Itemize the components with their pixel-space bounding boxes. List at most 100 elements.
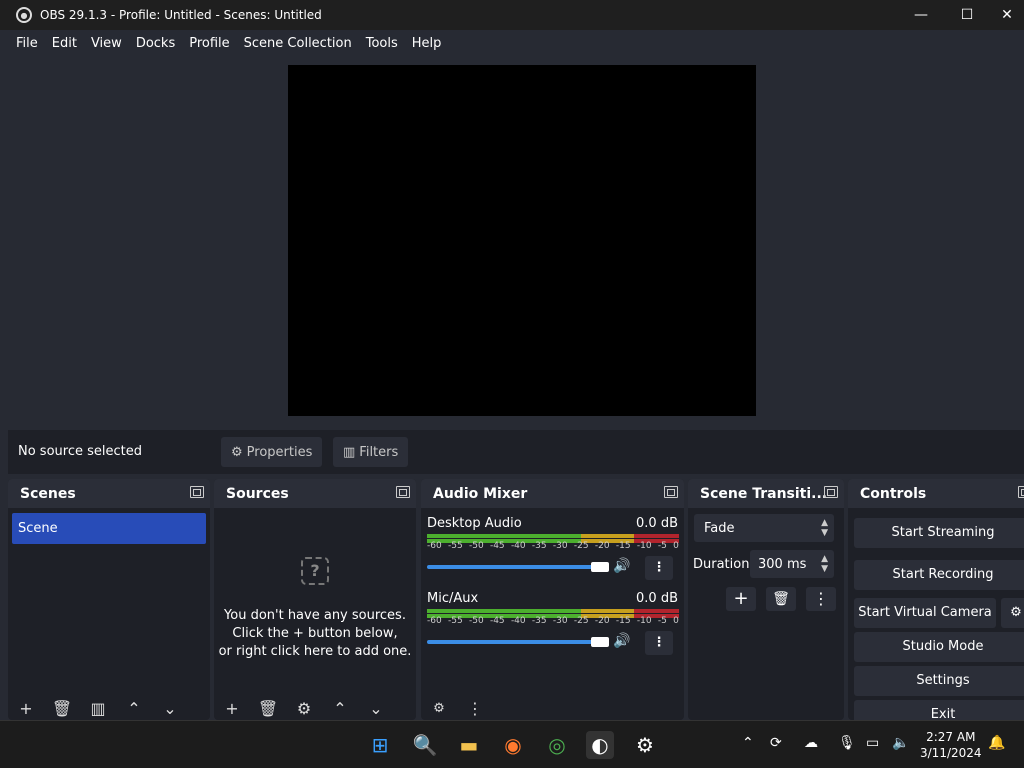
scale-tick: -60: [427, 541, 442, 551]
scale-tick: -5: [657, 616, 667, 626]
move-down-button[interactable]: ⌄: [152, 698, 188, 720]
close-button[interactable]: ✕: [990, 0, 1024, 30]
minimize-button[interactable]: —: [898, 0, 944, 30]
chrome-icon[interactable]: ◎: [543, 731, 571, 759]
audio-menu-button[interactable]: ⋮: [457, 698, 493, 720]
menu-edit[interactable]: Edit: [45, 36, 84, 51]
exit-button[interactable]: Exit: [854, 700, 1024, 720]
network-icon[interactable]: ▭: [866, 735, 879, 751]
meter-scale: -60 -55 -50 -45 -40 -35 -30 -25 -20 -15 -10 -5 0: [427, 541, 679, 551]
transitions-header: Scene Transiti...: [688, 479, 844, 508]
speaker-icon[interactable]: 🔊: [613, 558, 630, 574]
start-recording-button[interactable]: Start Recording: [854, 560, 1024, 590]
chevron-up-icon[interactable]: ⌃: [742, 735, 754, 751]
windows-start-icon[interactable]: ⊞: [366, 731, 394, 759]
channel-menu-button[interactable]: ⋮: [645, 631, 673, 655]
move-up-button[interactable]: ⌃: [116, 698, 152, 720]
taskbar: ⊞ 🔍 ▬ ◉ ◎ ◐ ⚙ ⌃ ⟳ ☁ 🎙 ▭ 🔈 2:27 AM 3/11/2…: [0, 720, 1024, 768]
add-transition-button[interactable]: +: [726, 587, 756, 611]
updown-icon: ▲ ▼: [821, 518, 828, 538]
sources-footer: + 🗑 ⚙ ⌃ ⌄: [214, 698, 416, 720]
channel-menu-button[interactable]: ⋮: [645, 556, 673, 580]
filters-button[interactable]: ▥ Filters: [333, 437, 409, 467]
preview-canvas[interactable]: [288, 65, 756, 416]
menu-scene-collection[interactable]: Scene Collection: [237, 36, 359, 51]
sync-icon[interactable]: ⟳: [770, 735, 782, 751]
volume-slider-handle[interactable]: [591, 562, 609, 572]
search-icon[interactable]: 🔍: [411, 731, 439, 759]
firefox-icon[interactable]: ◉: [499, 731, 527, 759]
notification-bell-icon[interactable]: 🔔: [988, 735, 1005, 751]
transition-menu-button[interactable]: ⋮: [806, 587, 836, 611]
maximize-button[interactable]: ☐: [944, 0, 990, 30]
advanced-audio-button[interactable]: ⚙: [421, 698, 457, 720]
speaker-icon[interactable]: 🔊: [613, 633, 630, 649]
settings-app-icon[interactable]: ⚙: [631, 731, 659, 759]
scale-tick: -45: [489, 541, 505, 551]
undock-icon[interactable]: [1018, 486, 1024, 498]
properties-label: Properties: [246, 444, 313, 460]
move-down-button[interactable]: ⌄: [358, 698, 394, 720]
scale-tick: -20: [594, 541, 610, 551]
duration-spinbox[interactable]: 300 ms ▲ ▼: [750, 550, 834, 578]
sources-empty-message[interactable]: ? You don't have any sources. Click the …: [214, 557, 416, 661]
obs-taskbar-icon[interactable]: ◐: [586, 731, 614, 759]
undock-icon[interactable]: [396, 486, 410, 498]
scale-tick: -5: [657, 541, 667, 551]
undock-icon[interactable]: [824, 486, 838, 498]
source-properties-button[interactable]: ⚙: [286, 698, 322, 720]
add-source-button[interactable]: +: [214, 698, 250, 720]
menu-profile[interactable]: Profile: [182, 36, 236, 51]
controls-header: Controls: [848, 479, 1024, 508]
scale-tick: -35: [531, 616, 547, 626]
obs-window: ● OBS 29.1.3 - Profile: Untitled - Scene…: [0, 0, 1024, 720]
undock-icon[interactable]: [664, 486, 678, 498]
file-explorer-icon[interactable]: ▬: [455, 731, 483, 759]
remove-transition-button[interactable]: 🗑: [766, 587, 796, 611]
updown-icon[interactable]: ▲ ▼: [821, 554, 828, 574]
menu-tools[interactable]: Tools: [359, 36, 405, 51]
scale-tick: -15: [615, 616, 631, 626]
start-virtual-camera-button[interactable]: Start Virtual Camera: [854, 598, 996, 628]
undock-icon[interactable]: [190, 486, 204, 498]
scale-tick: -40: [510, 616, 526, 626]
menu-file[interactable]: File: [9, 36, 45, 51]
add-scene-button[interactable]: +: [8, 698, 44, 720]
scene-filters-button[interactable]: ▥: [80, 698, 116, 720]
microphone-icon[interactable]: 🎙: [838, 735, 856, 751]
empty-line-3: or right click here to add one.: [218, 644, 412, 659]
menu-docks[interactable]: Docks: [129, 36, 182, 51]
virtual-camera-settings-button[interactable]: ⚙: [1001, 598, 1024, 628]
clock[interactable]: 2:27 AM 3/11/2024: [920, 729, 982, 761]
scale-tick: 0: [673, 541, 679, 551]
start-streaming-button[interactable]: Start Streaming: [854, 518, 1024, 548]
scale-tick: -25: [573, 616, 589, 626]
volume-slider[interactable]: [427, 565, 603, 569]
menu-view[interactable]: View: [84, 36, 129, 51]
volume-slider[interactable]: [427, 640, 603, 644]
studio-mode-button[interactable]: Studio Mode: [854, 632, 1024, 662]
menu-bar: File Edit View Docks Profile Scene Colle…: [0, 30, 1024, 56]
settings-button[interactable]: Settings: [854, 666, 1024, 696]
scale-tick: -60: [427, 616, 442, 626]
scale-tick: -45: [489, 616, 505, 626]
volume-slider-handle[interactable]: [591, 637, 609, 647]
obs-logo-icon: ●: [16, 7, 32, 23]
transition-value: Fade: [704, 520, 735, 536]
scale-tick: -25: [573, 541, 589, 551]
cloud-icon[interactable]: ☁: [804, 735, 818, 751]
audio-mixer-dock: Audio Mixer Desktop Audio 0.0 dB -60 -55-…: [421, 479, 684, 720]
move-up-button[interactable]: ⌃: [322, 698, 358, 720]
remove-scene-button[interactable]: 🗑: [44, 698, 80, 720]
question-icon: ?: [301, 557, 329, 585]
window-title: OBS 29.1.3 - Profile: Untitled - Scenes:…: [40, 8, 322, 22]
properties-button[interactable]: ⚙ Properties: [221, 437, 323, 467]
volume-icon[interactable]: 🔈: [892, 735, 909, 751]
transition-select[interactable]: Fade ▲ ▼: [694, 514, 834, 542]
menu-help[interactable]: Help: [405, 36, 449, 51]
gear-icon: ⚙: [1010, 605, 1022, 620]
scale-tick: -30: [552, 541, 568, 551]
audio-mixer-header: Audio Mixer: [421, 479, 684, 508]
scene-list-item[interactable]: Scene: [12, 513, 206, 544]
remove-source-button[interactable]: 🗑: [250, 698, 286, 720]
